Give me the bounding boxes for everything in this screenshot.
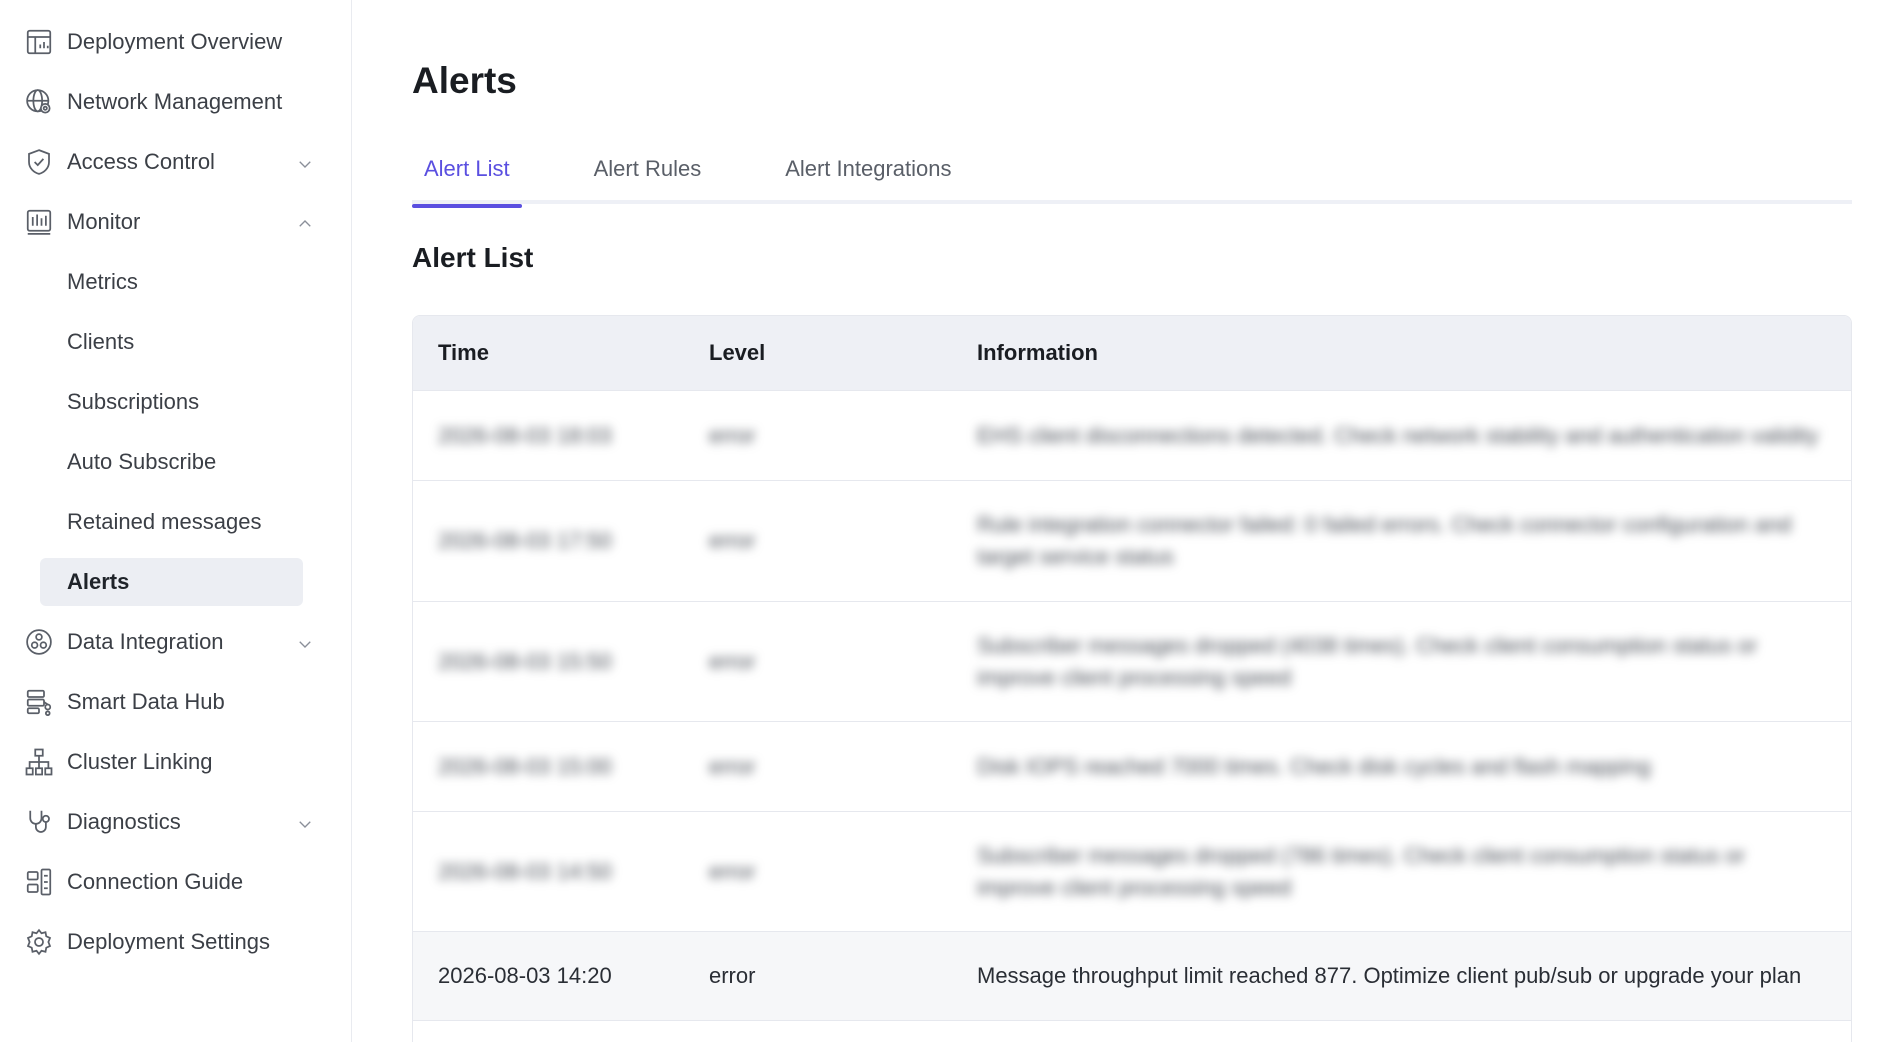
- cell-information: Subscriber messages dropped (786 times).…: [977, 842, 1745, 900]
- column-header-level: Level: [709, 340, 766, 365]
- table-row: 2026-08-03 17:50 error Rule integration …: [413, 480, 1851, 601]
- sidebar-item-label: Monitor: [67, 209, 141, 234]
- gear-icon: [24, 927, 54, 957]
- bar-chart-icon: [24, 207, 54, 237]
- cell-time: 2026-08-03 15:00: [438, 753, 612, 779]
- sidebar-item-label: Diagnostics: [67, 809, 181, 834]
- sidebar-subitem-auto-subscribe[interactable]: Auto Subscribe: [0, 432, 351, 492]
- cell-time: 2026-08-03 15:50: [438, 648, 612, 674]
- sidebar-subitem-clients[interactable]: Clients: [0, 312, 351, 372]
- table-row: 2026-08-03 18:03 error EHS client discon…: [413, 390, 1851, 480]
- connection-guide-icon: [24, 867, 54, 897]
- sidebar-item-label: Deployment Settings: [67, 929, 270, 954]
- cell-time: 2026-08-03 14:50: [438, 858, 612, 884]
- sidebar-item-label: Data Integration: [67, 629, 224, 654]
- sidebar-item-connection-guide[interactable]: Connection Guide: [0, 852, 351, 912]
- cell-information: Message throughput limit reached 877. Op…: [977, 963, 1802, 988]
- cell-information: Subscriber messages dropped (4038 times)…: [977, 632, 1758, 690]
- sidebar-item-label: Deployment Overview: [67, 29, 283, 54]
- section-title: Alert List: [412, 242, 534, 273]
- tab-bar: Alert List Alert Rules Alert Integration…: [412, 146, 1852, 208]
- chevron-down-icon[interactable]: [296, 153, 314, 171]
- tab-alert-rules[interactable]: Alert Rules: [582, 146, 714, 204]
- sidebar-item-cluster-linking[interactable]: Cluster Linking: [0, 732, 351, 792]
- chevron-down-icon[interactable]: [296, 813, 314, 831]
- sidebar-item-network-management[interactable]: Network Management: [0, 72, 351, 132]
- dashboard-icon: [24, 27, 54, 57]
- cell-level: error: [709, 858, 756, 884]
- cell-level: error: [709, 753, 756, 779]
- page-title: Alerts: [412, 60, 517, 101]
- sidebar-item-label: Cluster Linking: [67, 749, 213, 774]
- sidebar-item-data-integration[interactable]: Data Integration: [0, 612, 351, 672]
- data-integration-icon: [24, 627, 54, 657]
- sidebar-subitem-alerts[interactable]: Alerts: [40, 558, 303, 606]
- cell-information: EHS client disconnections detected. Chec…: [977, 422, 1819, 448]
- data-hub-icon: [24, 687, 54, 717]
- cell-level: error: [709, 528, 756, 553]
- cell-time: 2026-08-03 14:20: [438, 963, 612, 988]
- table-row: [413, 1020, 1851, 1042]
- table-header: Time Level Information: [413, 316, 1851, 390]
- stethoscope-icon: [24, 807, 54, 837]
- sidebar-item-label: Network Management: [67, 89, 283, 114]
- sidebar-item-deployment-overview[interactable]: Deployment Overview: [0, 12, 351, 72]
- table-row: 2026-08-03 15:50 error Subscriber messag…: [413, 601, 1851, 721]
- cell-level: error: [709, 422, 756, 448]
- cell-level: error: [709, 963, 756, 988]
- table-row: 2026-08-03 14:50 error Subscriber messag…: [413, 811, 1851, 931]
- column-header-information: Information: [977, 340, 1098, 365]
- shield-check-icon: [24, 147, 54, 177]
- sidebar: Deployment Overview Network Management A…: [0, 0, 352, 1042]
- cell-information: Disk IOPS reached 7000 times. Check disk…: [977, 753, 1651, 779]
- sidebar-item-monitor[interactable]: Monitor: [0, 192, 351, 252]
- table-row: 2026-08-03 15:00 error Disk IOPS reached…: [413, 721, 1851, 811]
- column-header-time: Time: [438, 340, 489, 365]
- tab-alert-list[interactable]: Alert List: [412, 146, 522, 208]
- table-row: 2026-08-03 14:20 error Message throughpu…: [413, 931, 1851, 1020]
- tab-alert-integrations[interactable]: Alert Integrations: [773, 146, 963, 204]
- cell-time: 2026-08-03 17:50: [438, 528, 612, 553]
- sidebar-item-smart-data-hub[interactable]: Smart Data Hub: [0, 672, 351, 732]
- cell-level: error: [709, 648, 756, 674]
- globe-settings-icon: [24, 87, 54, 117]
- sidebar-subitem-subscriptions[interactable]: Subscriptions: [0, 372, 351, 432]
- sidebar-item-label: Smart Data Hub: [67, 689, 225, 714]
- chevron-down-icon[interactable]: [296, 633, 314, 651]
- sidebar-item-label: Connection Guide: [67, 869, 244, 894]
- sidebar-subitem-retained-messages[interactable]: Retained messages: [0, 492, 351, 552]
- cell-information: Rule integration connector failed: 0 fai…: [977, 512, 1792, 569]
- hierarchy-icon: [24, 747, 54, 777]
- sidebar-item-access-control[interactable]: Access Control: [0, 132, 351, 192]
- sidebar-item-deployment-settings[interactable]: Deployment Settings: [0, 912, 351, 972]
- chevron-up-icon[interactable]: [296, 213, 314, 231]
- cell-time: 2026-08-03 18:03: [438, 422, 612, 448]
- alerts-table: Time Level Information 2026-08-03 18:03 …: [412, 315, 1852, 1042]
- sidebar-subitem-metrics[interactable]: Metrics: [0, 252, 351, 312]
- sidebar-item-diagnostics[interactable]: Diagnostics: [0, 792, 351, 852]
- sidebar-item-label: Access Control: [67, 149, 215, 174]
